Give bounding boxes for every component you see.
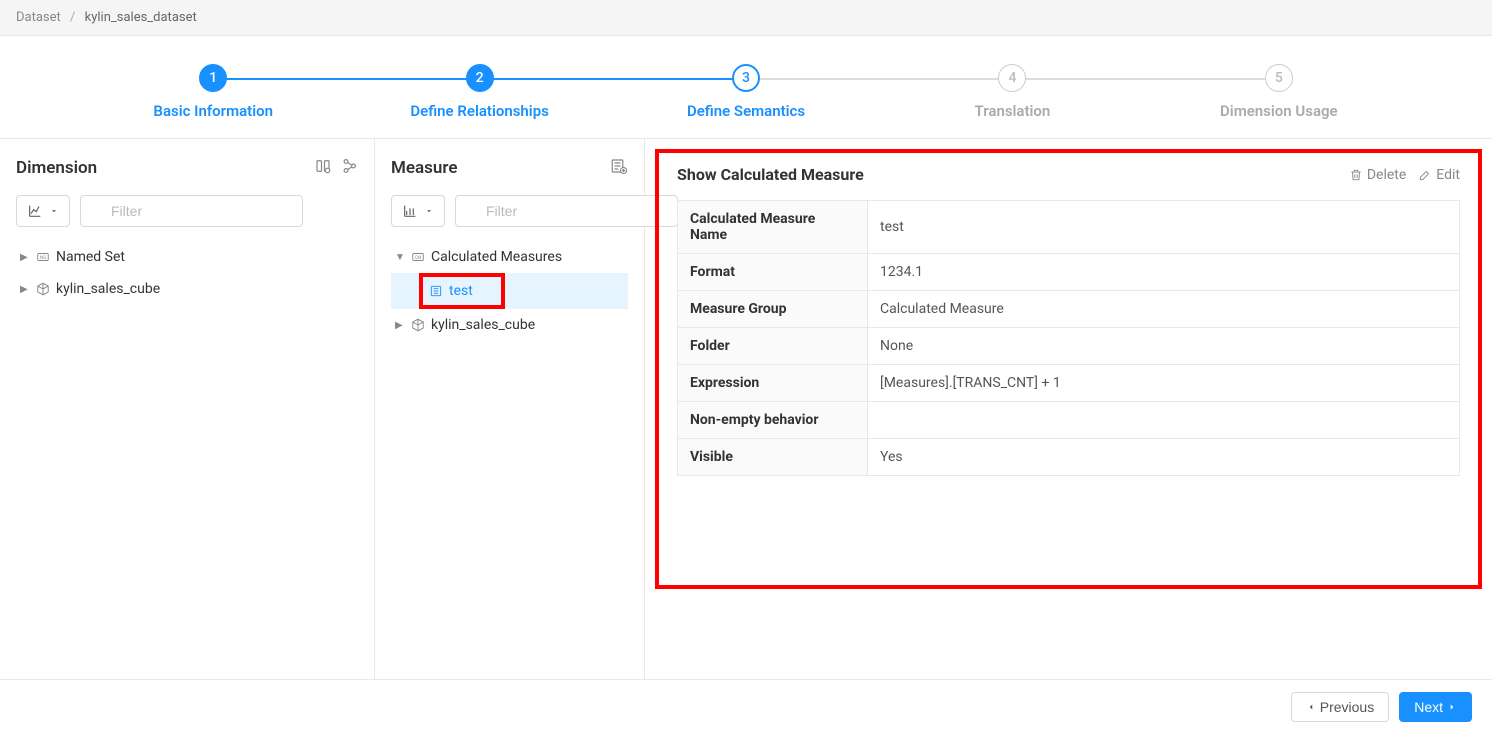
step-dimension-usage[interactable]: 5 Dimension Usage bbox=[1146, 64, 1412, 120]
step-number: 4 bbox=[998, 64, 1026, 92]
table-row: Folder None bbox=[678, 328, 1460, 365]
row-value: 1234.1 bbox=[868, 254, 1460, 291]
measure-panel-title: Measure bbox=[391, 158, 458, 178]
chevron-down-icon bbox=[424, 206, 434, 216]
dimension-type-dropdown[interactable] bbox=[16, 195, 70, 227]
dimension-hierarchy-icon[interactable] bbox=[340, 157, 358, 179]
breadcrumb: Dataset / kylin_sales_dataset bbox=[0, 0, 1492, 36]
step-define-semantics[interactable]: 3 Define Semantics bbox=[613, 64, 879, 120]
tree-item-label: Named Set bbox=[56, 249, 125, 265]
row-value: [Measures].[TRANS_CNT] + 1 bbox=[868, 365, 1460, 402]
breadcrumb-current: kylin_sales_dataset bbox=[85, 10, 197, 25]
delete-button[interactable]: Delete bbox=[1349, 167, 1406, 183]
step-number: 2 bbox=[466, 64, 494, 92]
dimension-panel-title: Dimension bbox=[16, 158, 97, 178]
tree-item-label: kylin_sales_cube bbox=[56, 281, 160, 297]
chevron-down-icon bbox=[49, 206, 59, 216]
chevron-left-icon bbox=[1306, 702, 1316, 712]
tree-item-cube[interactable]: ▶ kylin_sales_cube bbox=[391, 309, 628, 341]
previous-button[interactable]: Previous bbox=[1291, 692, 1389, 722]
chart-line-icon bbox=[27, 203, 43, 219]
caret-right-icon: ▶ bbox=[20, 252, 30, 263]
step-number: 1 bbox=[199, 64, 227, 92]
step-label: Translation bbox=[879, 102, 1145, 120]
row-label: Expression bbox=[678, 365, 868, 402]
chevron-right-icon bbox=[1447, 702, 1457, 712]
table-row: Measure Group Calculated Measure bbox=[678, 291, 1460, 328]
tree-item-named-set[interactable]: ▶ NS Named Set bbox=[16, 241, 358, 273]
step-label: Basic Information bbox=[80, 102, 346, 120]
detail-title: Show Calculated Measure bbox=[677, 165, 864, 184]
caret-down-icon: ▼ bbox=[395, 252, 405, 263]
delete-label: Delete bbox=[1367, 167, 1406, 183]
measure-panel: Measure ▼ CM Calculate bbox=[375, 139, 645, 679]
calculated-measure-icon bbox=[429, 284, 443, 298]
previous-label: Previous bbox=[1320, 699, 1374, 715]
next-label: Next bbox=[1414, 699, 1443, 715]
step-label: Define Semantics bbox=[613, 102, 879, 120]
measure-tree: ▼ CM Calculated Measures test ▶ kylin_sa… bbox=[391, 241, 628, 341]
tree-item-test[interactable]: test bbox=[391, 273, 628, 309]
dimension-panel: Dimension bbox=[0, 139, 375, 679]
wizard-footer: Previous Next bbox=[0, 679, 1492, 734]
row-label: Measure Group bbox=[678, 291, 868, 328]
table-row: Calculated Measure Name test bbox=[678, 201, 1460, 254]
breadcrumb-separator: / bbox=[70, 10, 75, 25]
row-label: Format bbox=[678, 254, 868, 291]
edit-label: Edit bbox=[1436, 167, 1460, 183]
row-value bbox=[868, 402, 1460, 439]
edit-icon bbox=[1418, 168, 1432, 182]
svg-text:NS: NS bbox=[40, 255, 46, 261]
measure-type-dropdown[interactable] bbox=[391, 195, 445, 227]
row-label: Visible bbox=[678, 439, 868, 476]
trash-icon bbox=[1349, 168, 1363, 182]
step-label: Define Relationships bbox=[346, 102, 612, 120]
tree-item-label: Calculated Measures bbox=[431, 249, 562, 265]
row-value: Calculated Measure bbox=[868, 291, 1460, 328]
tree-item-label: kylin_sales_cube bbox=[431, 317, 535, 333]
svg-text:CM: CM bbox=[415, 255, 422, 260]
row-value: Yes bbox=[868, 439, 1460, 476]
step-number: 5 bbox=[1265, 64, 1293, 92]
edit-button[interactable]: Edit bbox=[1418, 167, 1460, 183]
row-value: test bbox=[868, 201, 1460, 254]
step-define-relationships[interactable]: 2 Define Relationships bbox=[346, 64, 612, 120]
main-content: Dimension bbox=[0, 139, 1492, 679]
table-row: Expression [Measures].[TRANS_CNT] + 1 bbox=[678, 365, 1460, 402]
measure-add-icon[interactable] bbox=[610, 157, 628, 179]
step-basic-information[interactable]: 1 Basic Information bbox=[80, 64, 346, 120]
cube-icon bbox=[411, 318, 425, 332]
row-label: Folder bbox=[678, 328, 868, 365]
row-label: Non-empty behavior bbox=[678, 402, 868, 439]
detail-panel: Show Calculated Measure Delete Edit Calc… bbox=[645, 139, 1492, 679]
caret-right-icon: ▶ bbox=[395, 320, 405, 331]
row-label: Calculated Measure Name bbox=[678, 201, 868, 254]
breadcrumb-root[interactable]: Dataset bbox=[16, 10, 61, 25]
step-label: Dimension Usage bbox=[1146, 102, 1412, 120]
step-number: 3 bbox=[732, 64, 760, 92]
chart-bar-icon bbox=[402, 203, 418, 219]
dimension-settings-icon[interactable] bbox=[314, 157, 332, 179]
step-translation[interactable]: 4 Translation bbox=[879, 64, 1145, 120]
tree-item-cube[interactable]: ▶ kylin_sales_cube bbox=[16, 273, 358, 305]
caret-right-icon: ▶ bbox=[20, 284, 30, 295]
wizard-stepper: 1 Basic Information 2 Define Relationshi… bbox=[0, 36, 1492, 139]
dimension-tree: ▶ NS Named Set ▶ kylin_sales_cube bbox=[16, 241, 358, 305]
next-button[interactable]: Next bbox=[1399, 692, 1472, 722]
tree-item-label: test bbox=[449, 283, 473, 299]
detail-table: Calculated Measure Name test Format 1234… bbox=[677, 200, 1460, 476]
table-row: Non-empty behavior bbox=[678, 402, 1460, 439]
tree-item-calculated-measures[interactable]: ▼ CM Calculated Measures bbox=[391, 241, 628, 273]
row-value: None bbox=[868, 328, 1460, 365]
cube-icon bbox=[36, 282, 50, 296]
named-set-icon: NS bbox=[36, 250, 50, 264]
calculated-measure-group-icon: CM bbox=[411, 250, 425, 264]
table-row: Format 1234.1 bbox=[678, 254, 1460, 291]
table-row: Visible Yes bbox=[678, 439, 1460, 476]
dimension-filter-input[interactable] bbox=[80, 195, 303, 227]
